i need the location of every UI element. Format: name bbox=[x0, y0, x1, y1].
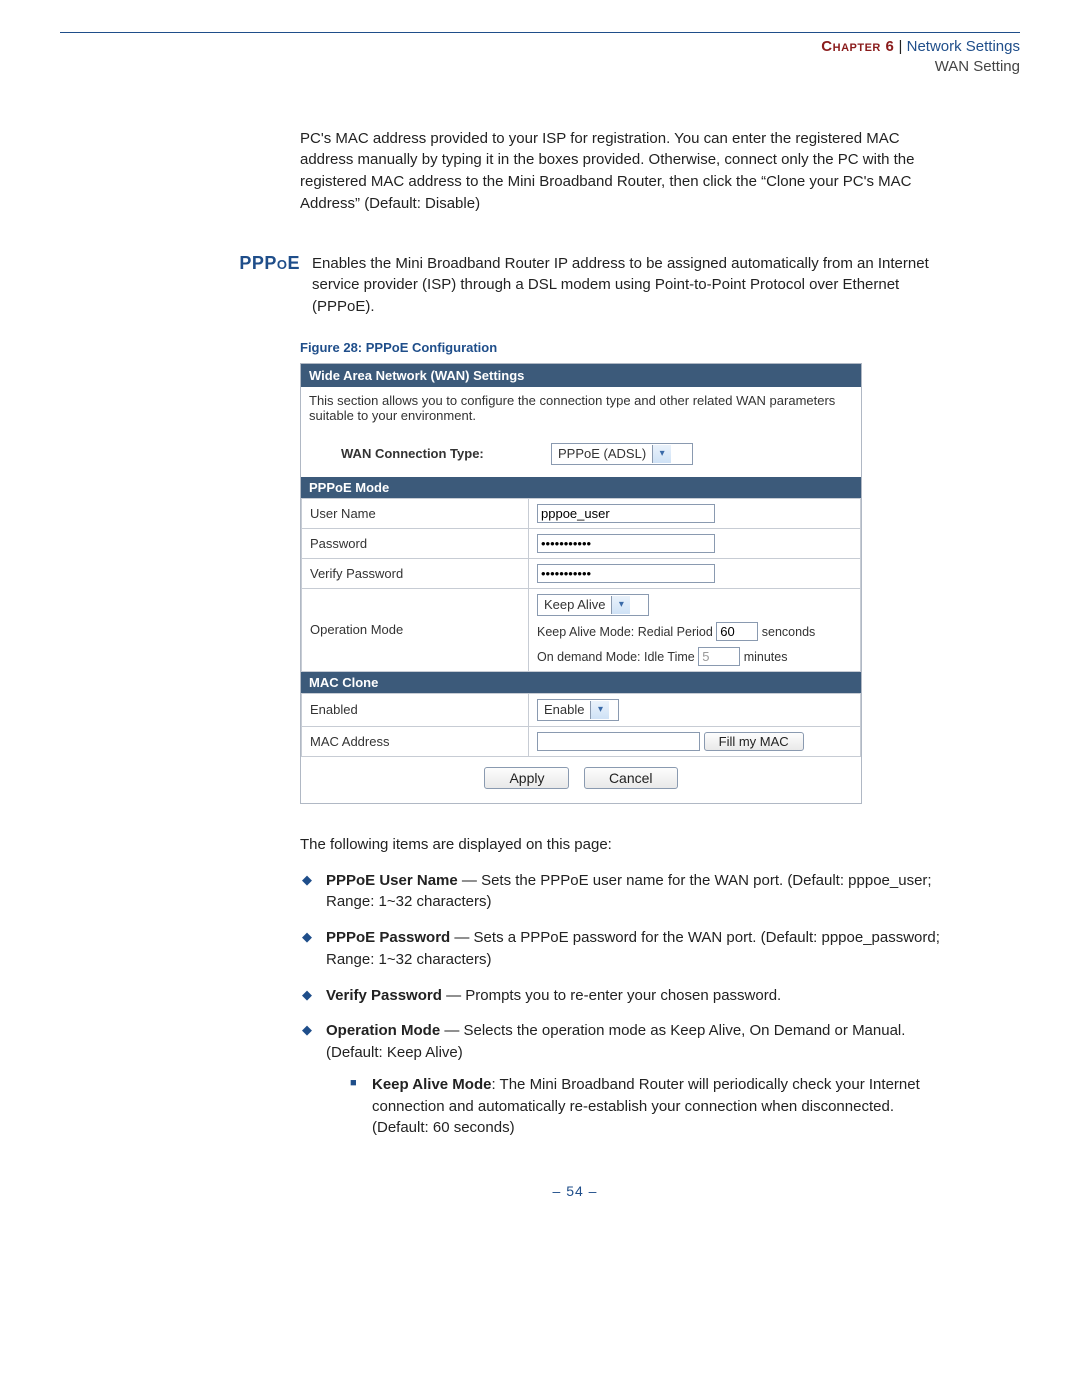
header-rule bbox=[60, 28, 1020, 33]
password-label: Password bbox=[302, 528, 529, 558]
operation-mode-select[interactable]: Keep Alive ▾ bbox=[537, 594, 649, 616]
following-items-text: The following items are displayed on thi… bbox=[300, 834, 950, 856]
table-row: Verify Password bbox=[302, 558, 861, 588]
wan-conn-type-label: WAN Connection Type: bbox=[341, 446, 551, 461]
chevron-down-icon: ▾ bbox=[590, 701, 609, 719]
list-item: PPPoE User Name — Sets the PPPoE user na… bbox=[300, 870, 950, 914]
mac-clone-header: MAC Clone bbox=[301, 672, 861, 693]
cancel-button[interactable]: Cancel bbox=[584, 767, 678, 789]
list-item: Verify Password — Prompts you to re-ente… bbox=[300, 985, 950, 1007]
wan-settings-panel: Wide Area Network (WAN) Settings This se… bbox=[300, 363, 862, 804]
mac-enabled-value: Enable bbox=[538, 702, 590, 717]
mac-clone-table: Enabled Enable ▾ MAC Address Fill my MAC bbox=[301, 693, 861, 757]
operation-mode-label: Operation Mode bbox=[302, 588, 529, 671]
pppoe-heading: PPPoE bbox=[200, 253, 312, 274]
pppoe-mode-header: PPPoE Mode bbox=[301, 477, 861, 498]
list-item: Operation Mode — Selects the operation m… bbox=[300, 1020, 950, 1139]
subsection-title: WAN Setting bbox=[935, 58, 1020, 75]
figure-caption: Figure 28: PPPoE Configuration bbox=[300, 340, 950, 355]
apply-button[interactable]: Apply bbox=[484, 767, 569, 789]
verify-password-input[interactable] bbox=[537, 564, 715, 583]
mac-enabled-select[interactable]: Enable ▾ bbox=[537, 699, 619, 721]
wan-conn-type-select[interactable]: PPPoE (ADSL) ▾ bbox=[551, 443, 693, 465]
list-item: PPPoE Password — Sets a PPPoE password f… bbox=[300, 927, 950, 971]
table-row: Operation Mode Keep Alive ▾ Keep Alive M… bbox=[302, 588, 861, 671]
chevron-down-icon: ▾ bbox=[611, 596, 630, 614]
ondemand-label: On demand Mode: Idle Time bbox=[537, 650, 695, 664]
pppoe-mode-table: User Name Password Verify Password Opera… bbox=[301, 498, 861, 672]
fill-my-mac-button[interactable]: Fill my MAC bbox=[704, 732, 804, 751]
page-header: Chapter 6 | Network Settings WAN Setting bbox=[0, 37, 1020, 78]
table-row: Password bbox=[302, 528, 861, 558]
redial-period-input[interactable] bbox=[716, 622, 758, 641]
mac-address-label: MAC Address bbox=[302, 726, 529, 756]
wan-conn-type-value: PPPoE (ADSL) bbox=[552, 446, 652, 461]
keepalive-label: Keep Alive Mode: Redial Period bbox=[537, 625, 713, 639]
username-input[interactable] bbox=[537, 504, 715, 523]
panel-description: This section allows you to configure the… bbox=[301, 387, 861, 433]
idle-time-input[interactable] bbox=[698, 647, 740, 666]
panel-title: Wide Area Network (WAN) Settings bbox=[301, 364, 861, 387]
ondemand-unit: minutes bbox=[744, 650, 788, 664]
pppoe-body: Enables the Mini Broadband Router IP add… bbox=[312, 253, 950, 318]
chapter-label: Chapter 6 bbox=[821, 38, 894, 55]
header-sep: | bbox=[894, 38, 906, 55]
table-row: MAC Address Fill my MAC bbox=[302, 726, 861, 756]
password-input[interactable] bbox=[537, 534, 715, 553]
item-list: PPPoE User Name — Sets the PPPoE user na… bbox=[300, 870, 950, 1140]
verify-password-label: Verify Password bbox=[302, 558, 529, 588]
page-number: – 54 – bbox=[200, 1183, 950, 1199]
keepalive-unit: senconds bbox=[762, 625, 816, 639]
mac-enabled-label: Enabled bbox=[302, 693, 529, 726]
mac-address-input[interactable] bbox=[537, 732, 700, 751]
table-row: User Name bbox=[302, 498, 861, 528]
chevron-down-icon: ▾ bbox=[652, 445, 671, 463]
section-title: Network Settings bbox=[907, 38, 1020, 55]
table-row: Enabled Enable ▾ bbox=[302, 693, 861, 726]
username-label: User Name bbox=[302, 498, 529, 528]
operation-mode-value: Keep Alive bbox=[538, 597, 611, 612]
intro-paragraph: PC's MAC address provided to your ISP fo… bbox=[300, 128, 950, 215]
sub-list-item: Keep Alive Mode: The Mini Broadband Rout… bbox=[350, 1074, 950, 1139]
